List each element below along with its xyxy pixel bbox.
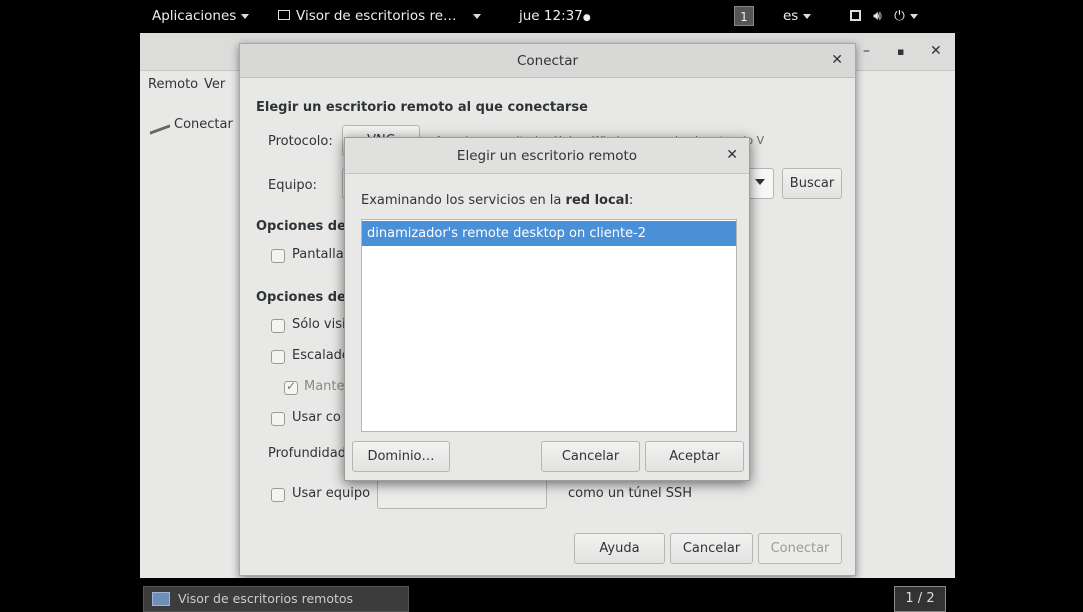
picker-titlebar: Elegir un escritorio remoto ✕ bbox=[345, 138, 749, 174]
search-label: Buscar bbox=[789, 176, 835, 191]
scaling-label: Escalado bbox=[292, 348, 350, 363]
notification-dot-icon: ● bbox=[582, 13, 591, 23]
connect-label: Conectar bbox=[770, 541, 830, 556]
connection-options-heading: Opciones de bbox=[256, 219, 346, 234]
scaling-checkbox[interactable] bbox=[271, 350, 285, 364]
window-icon bbox=[850, 10, 861, 21]
power-icon: ⏻ bbox=[894, 8, 905, 24]
minimize-icon[interactable]: – bbox=[863, 43, 870, 59]
picker-prompt-text: Examinando los servicios en la bbox=[361, 193, 566, 208]
help-label: Ayuda bbox=[599, 541, 640, 556]
cancel-label: Cancelar bbox=[682, 541, 741, 556]
system-menu[interactable]: 🔊︎ ⏻ bbox=[850, 8, 918, 24]
plug-icon bbox=[150, 114, 170, 135]
connect-title: Conectar bbox=[516, 53, 579, 69]
picker-prompt-colon: : bbox=[628, 193, 634, 208]
vnc-options-heading: Opciones de bbox=[256, 290, 346, 305]
applications-label: Aplicaciones bbox=[152, 8, 237, 24]
clock-label: jue 12:37 bbox=[519, 8, 583, 24]
close-icon[interactable]: ✕ bbox=[930, 43, 942, 59]
depth-label: Profundidad bbox=[268, 446, 347, 461]
connect-button[interactable]: Conectar bbox=[758, 533, 842, 564]
menu-remoto[interactable]: Remoto bbox=[148, 77, 198, 92]
workspace-indicator[interactable]: 1 bbox=[734, 6, 754, 26]
taskbar: Visor de escritorios remotos 1 / 2 bbox=[0, 584, 1083, 612]
volume-icon: 🔊︎ bbox=[873, 8, 882, 24]
app-menu-label: Visor de escritorios re… bbox=[296, 8, 457, 24]
accept-button[interactable]: Aceptar bbox=[645, 441, 744, 472]
cancel-button[interactable]: Cancelar bbox=[670, 533, 753, 564]
accept-label: Aceptar bbox=[669, 449, 720, 464]
language-menu[interactable]: es bbox=[783, 8, 812, 24]
chevron-down-icon bbox=[472, 13, 481, 19]
applications-menu[interactable]: Aplicaciones bbox=[152, 8, 250, 24]
remote-viewer-icon bbox=[278, 10, 290, 20]
chevron-down-icon[interactable] bbox=[755, 179, 765, 185]
maximize-icon[interactable]: ▪ bbox=[897, 45, 904, 58]
list-item[interactable]: dinamizador's remote desktop on cliente-… bbox=[362, 221, 736, 246]
keep-aspect-checkbox[interactable] bbox=[284, 379, 298, 395]
keep-aspect-label: Mante bbox=[304, 379, 345, 394]
close-icon[interactable]: ✕ bbox=[726, 147, 738, 163]
top-bar: Aplicaciones Visor de escritorios re… ju… bbox=[140, 0, 955, 33]
picker-cancel-button[interactable]: Cancelar bbox=[541, 441, 640, 472]
host-label: Equipo: bbox=[268, 178, 317, 193]
domain-button[interactable]: Dominio… bbox=[352, 441, 450, 472]
domain-label: Dominio… bbox=[367, 449, 435, 464]
connect-titlebar: Conectar ✕ bbox=[240, 44, 855, 78]
jpeg-checkbox[interactable] bbox=[271, 412, 285, 426]
view-only-checkbox[interactable] bbox=[271, 319, 285, 333]
ssh-tunnel-label: como un túnel SSH bbox=[568, 486, 693, 501]
toolbar-connect-button[interactable]: Conectar bbox=[150, 114, 233, 135]
picker-cancel-label: Cancelar bbox=[561, 449, 620, 464]
fullscreen-checkbox[interactable] bbox=[271, 249, 285, 263]
chevron-down-icon bbox=[241, 13, 250, 19]
app-menu[interactable]: Visor de escritorios re… bbox=[278, 8, 481, 24]
clock[interactable]: jue 12:37● bbox=[519, 8, 591, 24]
picker-title: Elegir un escritorio remoto bbox=[456, 148, 638, 164]
language-label: es bbox=[783, 8, 799, 24]
chevron-down-icon bbox=[909, 13, 918, 19]
jpeg-label: Usar co bbox=[292, 410, 341, 425]
picker-prompt-bold: red local bbox=[565, 193, 629, 208]
remote-desktop-picker-dialog: Elegir un escritorio remoto ✕ Examinando… bbox=[344, 137, 750, 481]
remote-viewer-icon bbox=[152, 592, 170, 606]
protocol-label: Protocolo: bbox=[268, 134, 333, 149]
toolbar-connect-label: Conectar bbox=[174, 117, 233, 132]
chevron-down-icon bbox=[803, 13, 812, 19]
ssh-checkbox[interactable] bbox=[271, 488, 285, 502]
workspace-pager[interactable]: 1 / 2 bbox=[894, 586, 946, 612]
help-button[interactable]: Ayuda bbox=[574, 533, 665, 564]
view-only-label: Sólo visi bbox=[292, 317, 346, 332]
ssh-host-input[interactable] bbox=[377, 478, 547, 509]
menu-ver[interactable]: Ver bbox=[204, 77, 225, 92]
fullscreen-label: Pantalla bbox=[292, 247, 344, 262]
ssh-use-label: Usar equipo bbox=[292, 486, 371, 501]
connect-heading: Elegir un escritorio remoto al que conec… bbox=[256, 100, 588, 115]
taskbar-item[interactable]: Visor de escritorios remotos bbox=[143, 586, 409, 612]
taskbar-item-label: Visor de escritorios remotos bbox=[178, 591, 354, 606]
close-icon[interactable]: ✕ bbox=[831, 52, 843, 68]
services-list[interactable]: dinamizador's remote desktop on cliente-… bbox=[361, 219, 737, 432]
picker-prompt: Examinando los servicios en la red local… bbox=[361, 193, 633, 208]
search-button[interactable]: Buscar bbox=[782, 168, 842, 199]
